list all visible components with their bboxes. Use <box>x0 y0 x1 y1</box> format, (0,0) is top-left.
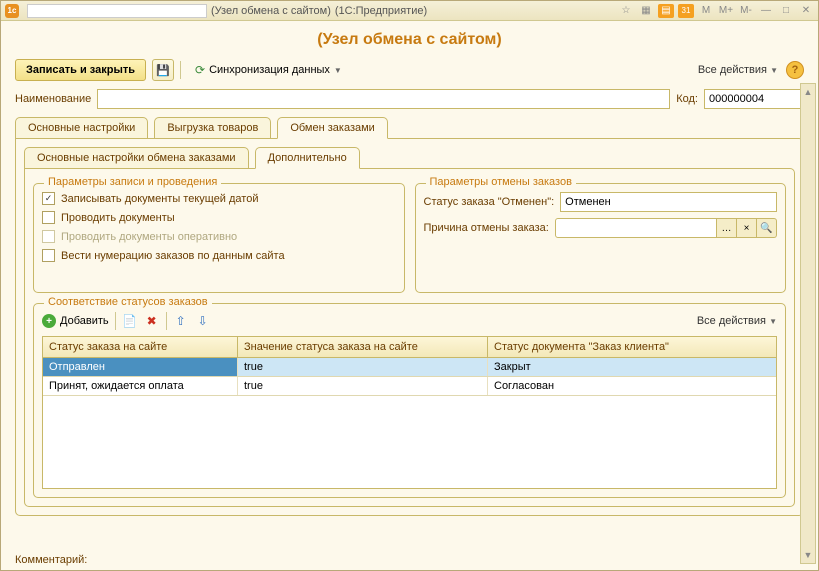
main-tabs: Основные настройки Выгрузка товаров Обме… <box>15 117 804 139</box>
cb-numbering[interactable] <box>42 249 55 262</box>
sync-icon: ⟳ <box>195 63 205 77</box>
write-params-fieldset: Параметры записи и проведения Записывать… <box>33 183 405 293</box>
cb-current-date[interactable] <box>42 192 55 205</box>
scroll-up-icon[interactable]: ▲ <box>801 84 815 100</box>
help-icon[interactable]: ? <box>786 61 804 79</box>
table-all-actions[interactable]: Все действия ▼ <box>697 315 777 327</box>
sync-label: Синхронизация данных <box>209 64 330 76</box>
toolbar: Записать и закрыть 💾 ⟳ Синхронизация дан… <box>15 59 804 81</box>
move-up-icon[interactable]: ⇧ <box>173 313 189 329</box>
cb-post-docs[interactable] <box>42 211 55 224</box>
code-input[interactable] <box>704 89 804 109</box>
calc-icon[interactable]: ▤ <box>658 4 674 18</box>
save-close-button[interactable]: Записать и закрыть <box>15 59 146 81</box>
app-window: 1c (Узел обмена с сайтом) (1С:Предприяти… <box>0 0 819 571</box>
cancel-params-fieldset: Параметры отмены заказов Статус заказа "… <box>415 183 787 293</box>
th-doc-status[interactable]: Статус документа "Заказ клиента" <box>488 337 776 357</box>
cancel-params-legend: Параметры отмены заказов <box>426 176 576 188</box>
search-button[interactable]: 🔍 <box>757 218 777 238</box>
delete-icon[interactable]: ✖ <box>144 313 160 329</box>
subtab-additional[interactable]: Дополнительно <box>255 147 360 169</box>
titlebar-field <box>27 4 207 18</box>
close-icon[interactable]: ✕ <box>798 4 814 18</box>
sub-tabs: Основные настройки обмена заказами Допол… <box>24 147 795 169</box>
plus-icon: + <box>42 314 56 328</box>
tab-main[interactable]: Основные настройки <box>15 117 148 139</box>
cancel-status-label: Статус заказа "Отменен": <box>424 196 555 208</box>
titlebar: 1c (Узел обмена с сайтом) (1С:Предприяти… <box>1 1 818 21</box>
cancel-status-input[interactable] <box>560 192 777 212</box>
tab-export[interactable]: Выгрузка товаров <box>154 117 271 139</box>
sync-button[interactable]: ⟳ Синхронизация данных ▼ <box>187 60 350 80</box>
m-minus-btn[interactable]: M- <box>738 4 754 18</box>
code-label: Код: <box>676 93 698 105</box>
add-button[interactable]: + Добавить <box>42 314 109 328</box>
clear-button[interactable]: × <box>737 218 757 238</box>
name-label: Наименование <box>15 93 91 105</box>
name-input[interactable] <box>97 89 670 109</box>
titlebar-app: (1С:Предприятие) <box>335 5 427 17</box>
tab-orders[interactable]: Обмен заказами <box>277 117 388 139</box>
m-btn[interactable]: M <box>698 4 714 18</box>
copy-icon[interactable]: 📄 <box>122 313 138 329</box>
chevron-down-icon: ▼ <box>334 66 342 75</box>
save-icon[interactable]: 💾 <box>152 59 174 81</box>
th-site-status[interactable]: Статус заказа на сайте <box>43 337 238 357</box>
cb-post-operative <box>42 230 55 243</box>
titlebar-node: (Узел обмена с сайтом) <box>211 5 331 17</box>
app-icon: 1c <box>5 4 19 18</box>
comment-label: Комментарий: <box>15 554 87 566</box>
scrollbar[interactable]: ▲ ▼ <box>800 83 816 564</box>
minimize-icon[interactable]: — <box>758 4 774 18</box>
ellipsis-button[interactable]: … <box>717 218 737 238</box>
subtab-main-orders[interactable]: Основные настройки обмена заказами <box>24 147 249 169</box>
status-map-legend: Соответствие статусов заказов <box>44 296 212 308</box>
separator <box>180 61 181 79</box>
cancel-reason-label: Причина отмены заказа: <box>424 222 549 234</box>
all-actions-link[interactable]: Все действия ▼ <box>698 64 778 76</box>
scroll-track[interactable] <box>801 100 815 547</box>
grid-icon[interactable]: ▦ <box>638 4 654 18</box>
table-row[interactable]: Принят, ожидается оплата true Согласован <box>43 377 776 396</box>
status-table: Статус заказа на сайте Значение статуса … <box>42 336 777 489</box>
calendar-icon[interactable]: 31 <box>678 4 694 18</box>
maximize-icon[interactable]: □ <box>778 4 794 18</box>
m-plus-btn[interactable]: M+ <box>718 4 734 18</box>
move-down-icon[interactable]: ⇩ <box>195 313 211 329</box>
fav-icon[interactable]: ☆ <box>618 4 634 18</box>
scroll-down-icon[interactable]: ▼ <box>801 547 815 563</box>
page-title: (Узел обмена с сайтом) <box>15 31 804 49</box>
write-params-legend: Параметры записи и проведения <box>44 176 221 188</box>
status-map-fieldset: Соответствие статусов заказов + Добавить… <box>33 303 786 498</box>
th-site-value[interactable]: Значение статуса заказа на сайте <box>238 337 488 357</box>
cancel-reason-input[interactable] <box>555 218 717 238</box>
table-row[interactable]: Отправлен true Закрыт <box>43 358 776 377</box>
